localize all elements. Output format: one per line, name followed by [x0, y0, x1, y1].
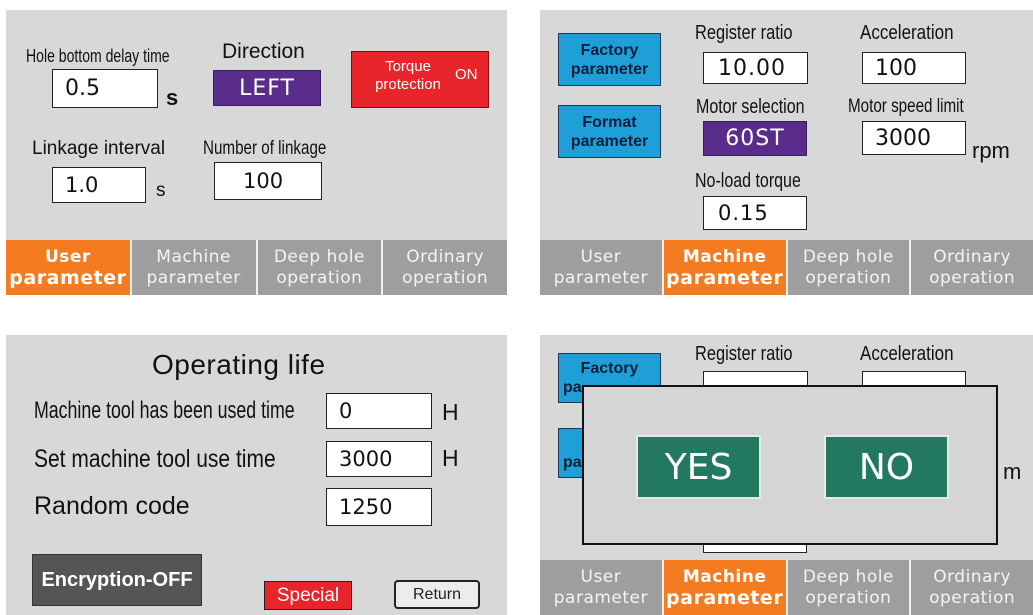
tab-bar: User parameter Machine parameter Deep hole… — [6, 240, 507, 295]
set-time-label: Set machine tool use time — [34, 445, 276, 473]
random-code-field[interactable]: 1250 — [326, 488, 432, 526]
register-ratio-label: Register ratio — [695, 343, 793, 365]
motor-speed-limit-label: Motor speed limit — [848, 96, 964, 117]
operating-life-screen: Operating life Machine tool has been use… — [6, 335, 507, 615]
used-time-unit: H — [442, 399, 459, 425]
motor-selection-value[interactable]: 60ST — [703, 121, 807, 156]
hole-bottom-delay-label: Hole bottom delay time — [26, 46, 170, 66]
tab-deep-hole-operation[interactable]: Deep hole operation — [785, 240, 910, 295]
tab-user-parameter[interactable]: User parameter — [6, 240, 130, 295]
no-button[interactable]: NO — [824, 435, 949, 499]
hole-bottom-delay-field[interactable]: 0.5 — [52, 69, 158, 108]
register-ratio-field[interactable]: 10.00 — [703, 52, 808, 84]
direction-label: Direction — [222, 40, 305, 63]
motor-selection-label: Motor selection — [696, 96, 805, 118]
format-parameter-button[interactable]: Format parameter — [558, 105, 661, 158]
torque-protection-label: Torque protection — [375, 58, 441, 93]
machine-parameter-dialog-screen: Factory pa pa Register ratio Acceleratio… — [540, 335, 1033, 615]
no-load-torque-field[interactable]: 0.15 — [703, 196, 807, 230]
page-title: Operating life — [152, 349, 326, 380]
linkage-interval-field[interactable]: 1.0 — [52, 167, 146, 203]
tab-user-parameter[interactable]: User parameter — [540, 560, 662, 615]
tab-deep-hole-operation[interactable]: Deep hole operation — [255, 240, 382, 295]
tab-bar: User parameter Machine parameter Deep hole… — [540, 560, 1033, 615]
speed-unit-partial: m — [1003, 459, 1022, 484]
tab-deep-hole-operation[interactable]: Deep hole operation — [785, 560, 910, 615]
tab-bar: User parameter Machine parameter Deep hole… — [540, 240, 1033, 295]
yes-button[interactable]: YES — [636, 435, 761, 499]
acceleration-label: Acceleration — [860, 343, 954, 365]
set-time-field[interactable]: 3000 — [326, 441, 432, 477]
used-time-field[interactable]: 0 — [326, 393, 432, 429]
special-button[interactable]: Special — [264, 581, 352, 610]
tab-machine-parameter[interactable]: Machine parameter — [129, 240, 256, 295]
machine-parameter-screen: Factory parameter Format parameter Regis… — [540, 10, 1033, 295]
used-time-label: Machine tool has been used time — [34, 397, 295, 424]
no-load-torque-label: No-load torque — [695, 170, 801, 192]
torque-protection-button[interactable]: Torque protection ON — [351, 51, 489, 108]
acceleration-label: Acceleration — [860, 22, 954, 44]
linkage-interval-unit: s — [156, 180, 166, 201]
encryption-button[interactable]: Encryption-OFF — [32, 554, 202, 606]
register-ratio-label: Register ratio — [695, 22, 793, 44]
tab-machine-parameter[interactable]: Machine parameter — [661, 560, 786, 615]
tab-machine-parameter[interactable]: Machine parameter — [661, 240, 786, 295]
motor-speed-limit-unit: rpm — [972, 138, 1010, 163]
linkage-interval-label: Linkage interval — [32, 138, 166, 159]
motor-speed-limit-field[interactable]: 3000 — [862, 121, 966, 155]
confirm-dialog: YES NO — [582, 385, 998, 545]
set-time-unit: H — [442, 445, 459, 471]
random-code-label: Random code — [34, 492, 190, 520]
torque-state: ON — [455, 66, 478, 83]
factory-parameter-button[interactable]: Factory parameter — [558, 33, 661, 86]
hole-bottom-delay-unit: s — [166, 85, 179, 110]
tab-ordinary-operation[interactable]: Ordinary operation — [381, 240, 507, 295]
tab-ordinary-operation[interactable]: Ordinary operation — [909, 560, 1033, 615]
acceleration-field[interactable]: 100 — [862, 52, 966, 84]
number-of-linkage-field[interactable]: 100 — [214, 162, 322, 200]
direction-value[interactable]: LEFT — [213, 70, 321, 106]
return-button[interactable]: Return — [394, 580, 480, 609]
tab-user-parameter[interactable]: User parameter — [540, 240, 662, 295]
user-parameter-screen: Hole bottom delay time 0.5 s Direction L… — [6, 10, 507, 295]
number-of-linkage-label: Number of linkage — [203, 138, 327, 159]
tab-ordinary-operation[interactable]: Ordinary operation — [909, 240, 1033, 295]
